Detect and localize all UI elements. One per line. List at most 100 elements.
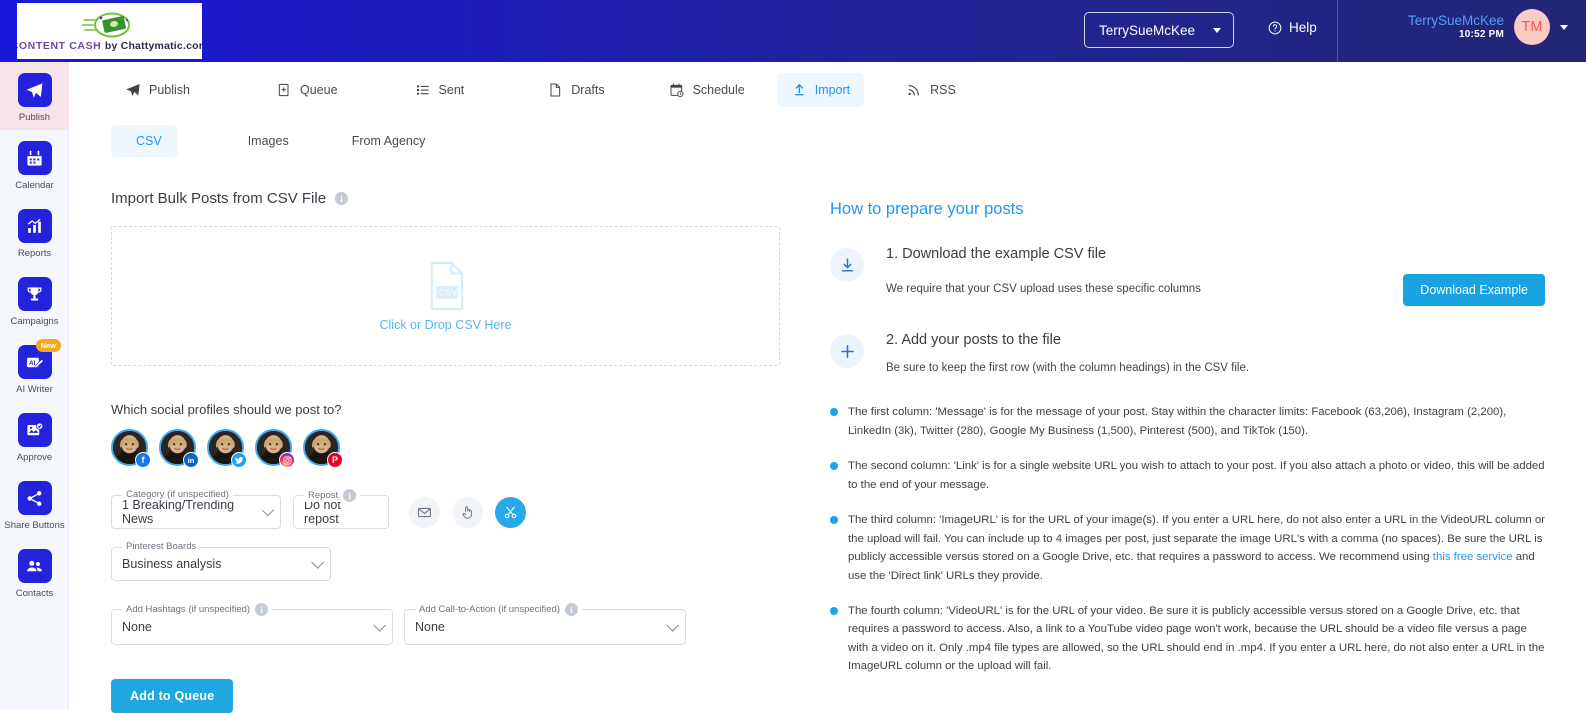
image-check-icon (17, 413, 52, 447)
cta-field[interactable]: Add Call-to-Action (if unspecified) i No… (404, 603, 686, 645)
tab-drafts[interactable]: Drafts (533, 73, 618, 107)
info-icon[interactable]: i (255, 603, 269, 616)
hand-pointer-icon-button[interactable] (452, 497, 483, 528)
tab-publish[interactable]: Publish (111, 73, 204, 107)
tab-label: Import (814, 82, 851, 97)
sidebar-item-label: Campaigns (10, 316, 59, 327)
tab-rss[interactable]: RSS (892, 73, 970, 107)
sidebar-item-campaigns[interactable]: Campaigns (0, 266, 69, 334)
profile-facebook[interactable]: f (111, 429, 151, 468)
tab-schedule[interactable]: Schedule (655, 73, 759, 107)
main-sidebar: Publish Calendar Reports Campaigns New A… (0, 62, 69, 709)
queue-plus-icon (278, 83, 289, 96)
sidebar-item-calendar[interactable]: Calendar (0, 130, 69, 198)
sidebar-item-ai-writer[interactable]: New AI AI Writer (0, 334, 69, 402)
chevron-down-icon (666, 618, 679, 632)
category-value: 1 Breaking/Trending News (122, 498, 235, 526)
category-legend: Category (if unspecified) (122, 489, 233, 500)
account-select[interactable]: TerrySueMcKee (1084, 12, 1234, 48)
hand-pointer-icon (462, 506, 472, 519)
hashtags-value: None (122, 620, 152, 634)
profile-pinterest[interactable]: P (303, 429, 343, 468)
hashtags-field[interactable]: Add Hashtags (if unspecified) i None (111, 603, 393, 645)
brand-logo[interactable]: CONTENT CASH by Chattymatic.com (17, 3, 202, 59)
account-select-label: TerrySueMcKee (1099, 22, 1196, 38)
cta-value: None (415, 620, 445, 634)
repost-field[interactable]: Repost i Do not repost (293, 489, 389, 529)
tab-label: Queue (300, 82, 338, 97)
list-item: The fourth column: 'VideoURL' is for the… (830, 602, 1545, 676)
sidebar-item-contacts[interactable]: Contacts (0, 538, 69, 606)
paper-plane-icon (126, 83, 140, 96)
repost-actions (409, 497, 526, 528)
paper-plane-icon (17, 73, 52, 107)
repost-value: Do not repost (304, 498, 341, 526)
svg-text:CSV: CSV (438, 287, 456, 297)
bullet-text: The fourth column: 'VideoURL' is for the… (848, 605, 1545, 673)
list-item: The second column: 'Link' is for a singl… (830, 457, 1545, 494)
bullet-dot-icon (830, 516, 838, 525)
rss-icon (908, 84, 920, 95)
import-upload-icon (794, 83, 804, 95)
bar-chart-icon (17, 209, 52, 243)
sidebar-item-share-buttons[interactable]: Share Buttons (0, 470, 69, 538)
brand-logo-text: CONTENT CASH by Chattymatic.com (17, 41, 202, 52)
profile-twitter[interactable] (207, 429, 247, 468)
tab-images[interactable]: Images (223, 125, 305, 157)
help-step-1-paragraph: We require that your CSV upload uses the… (886, 283, 1201, 296)
sidebar-item-approve[interactable]: Approve (0, 402, 69, 470)
tab-from-agency[interactable]: From Agency (327, 125, 442, 157)
calendar-clock-icon (670, 82, 684, 97)
list-item: The first column: 'Message' is for the m… (830, 403, 1545, 440)
tab-sent[interactable]: Sent (401, 73, 479, 107)
avatar[interactable]: TM (1514, 9, 1550, 45)
sidebar-item-label: Approve (16, 452, 53, 463)
user-menu[interactable]: TerrySueMcKee 10:52 PM TM (1408, 9, 1568, 45)
download-example-button[interactable]: Download Example (1403, 274, 1545, 306)
tab-import[interactable]: Import (776, 72, 865, 107)
csv-dropzone[interactable]: CSV Click or Drop CSV Here (111, 226, 780, 366)
new-badge: New (35, 339, 61, 352)
category-field[interactable]: Category (if unspecified) 1 Breaking/Tre… (111, 489, 281, 529)
user-meta: TerrySueMcKee 10:52 PM (1408, 13, 1504, 40)
instagram-icon (279, 452, 295, 468)
envelope-icon-button[interactable] (409, 497, 440, 528)
category-select[interactable]: 1 Breaking/Trending News (111, 495, 281, 529)
info-icon[interactable]: i (335, 192, 349, 205)
add-to-queue-button[interactable]: Add to Queue (111, 679, 234, 713)
page-title: Import Bulk Posts from CSV File i (111, 190, 811, 207)
page-title-text: Import Bulk Posts from CSV File (111, 190, 327, 207)
help-panel: How to prepare your posts 1. Download th… (830, 200, 1545, 693)
download-icon (830, 248, 864, 282)
tab-csv[interactable]: CSV CSV (111, 125, 178, 157)
csv-file-icon: CSV (430, 261, 463, 310)
sidebar-item-reports[interactable]: Reports (0, 198, 69, 266)
chevron-down-icon[interactable] (1560, 24, 1568, 30)
info-icon[interactable]: i (343, 489, 357, 502)
pinterest-boards-select[interactable]: Business analysis (111, 547, 331, 581)
help-panel-title: How to prepare your posts (830, 200, 1024, 218)
app-header: CONTENT CASH by Chattymatic.com TerrySue… (0, 0, 1586, 62)
help-step-1-heading: 1. Download the example CSV file (886, 246, 1107, 262)
pinterest-boards-field[interactable]: Pinterest Boards Business analysis (111, 541, 331, 581)
sidebar-item-label: Reports (17, 248, 52, 259)
help-button[interactable]: Help (1268, 20, 1317, 35)
profile-linkedin[interactable]: in (159, 429, 199, 468)
profile-instagram[interactable] (255, 429, 295, 468)
chevron-down-icon (1213, 27, 1221, 33)
tab-queue[interactable]: Queue (262, 73, 352, 107)
help-label: Help (1289, 20, 1317, 35)
hashtags-legend: Add Hashtags (if unspecified) i (122, 603, 273, 616)
free-service-link[interactable]: this free service (1433, 551, 1513, 563)
list-item: The third column: 'ImageURL' is for the … (830, 511, 1545, 585)
list-icon (416, 84, 429, 95)
sidebar-item-label: Calendar (15, 180, 54, 191)
scissors-icon-button[interactable] (495, 497, 526, 528)
import-form: Import Bulk Posts from CSV File i CSV Cl… (111, 190, 811, 713)
repost-legend-text: Repost (308, 490, 339, 501)
help-step-2: 2. Add your posts to the file Be sure to… (830, 332, 1545, 377)
pinterest-boards-legend: Pinterest Boards (122, 541, 201, 552)
brand-secondary: by Chattymatic.com (104, 40, 202, 53)
sidebar-item-publish[interactable]: Publish (0, 62, 69, 130)
info-icon[interactable]: i (564, 603, 578, 616)
